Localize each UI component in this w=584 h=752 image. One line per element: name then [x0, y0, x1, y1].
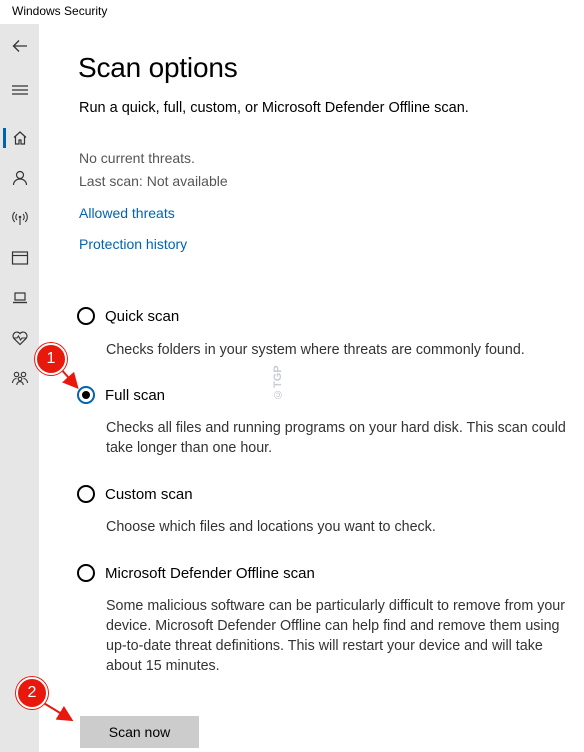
quick-scan-radio[interactable]: [77, 307, 95, 325]
full-scan-label: Full scan: [105, 386, 166, 404]
last-scan-text: Last scan: Not available: [79, 173, 228, 189]
custom-scan-option[interactable]: Custom scan: [77, 482, 193, 506]
allowed-threats-link[interactable]: Allowed threats: [79, 205, 175, 221]
offline-scan-radio[interactable]: [77, 564, 95, 582]
back-button[interactable]: [0, 30, 39, 62]
home-icon: [13, 131, 26, 145]
annotation-badge-2: 2: [16, 677, 48, 709]
page-title: Scan options: [78, 52, 238, 83]
nav-app-browser-control[interactable]: [0, 242, 39, 274]
laptop-icon: [12, 292, 27, 304]
custom-scan-radio[interactable]: [77, 485, 95, 503]
quick-scan-label: Quick scan: [105, 307, 180, 325]
custom-scan-label: Custom scan: [105, 485, 193, 503]
menu-button[interactable]: [0, 74, 39, 106]
person-icon: [12, 170, 27, 186]
hamburger-menu-icon: [11, 85, 28, 95]
nav-firewall-network[interactable]: [0, 202, 39, 234]
back-arrow-icon: [12, 40, 27, 52]
nav-account-protection[interactable]: [0, 162, 39, 194]
full-scan-radio[interactable]: [77, 386, 95, 404]
nav-device-performance-health[interactable]: [0, 322, 39, 354]
window-title: Windows Security: [12, 4, 108, 18]
full-scan-description: Checks all files and running programs on…: [106, 420, 566, 456]
title-bar: Windows Security: [0, 0, 584, 24]
browser-window-icon: [11, 251, 28, 265]
quick-scan-option[interactable]: Quick scan: [77, 304, 179, 328]
watermark-text: ©TGP: [272, 365, 284, 400]
offline-scan-option[interactable]: Microsoft Defender Offline scan: [77, 561, 315, 585]
protection-history-link[interactable]: Protection history: [79, 236, 187, 252]
nav-family-options[interactable]: [0, 362, 39, 394]
annotation-badge-1: 1: [35, 343, 67, 375]
threat-status-text: No current threats.: [79, 150, 195, 166]
page-subtitle: Run a quick, full, custom, or Microsoft …: [79, 100, 469, 116]
nav-home[interactable]: [0, 122, 39, 154]
quick-scan-description: Checks folders in your system where thre…: [106, 342, 525, 358]
offline-scan-label: Microsoft Defender Offline scan: [105, 564, 315, 582]
sidebar: [0, 24, 39, 752]
custom-scan-description: Choose which files and locations you wan…: [106, 519, 436, 535]
family-icon: [11, 371, 28, 386]
full-scan-option[interactable]: Full scan: [77, 383, 165, 407]
scan-now-button[interactable]: Scan now: [80, 716, 199, 748]
nav-device-security[interactable]: [0, 282, 39, 314]
wireless-antenna-icon: [11, 211, 28, 225]
offline-scan-description: Some malicious software can be particula…: [106, 598, 566, 674]
heart-pulse-icon: [11, 331, 28, 346]
main-content: Scan options Run a quick, full, custom, …: [39, 24, 584, 752]
